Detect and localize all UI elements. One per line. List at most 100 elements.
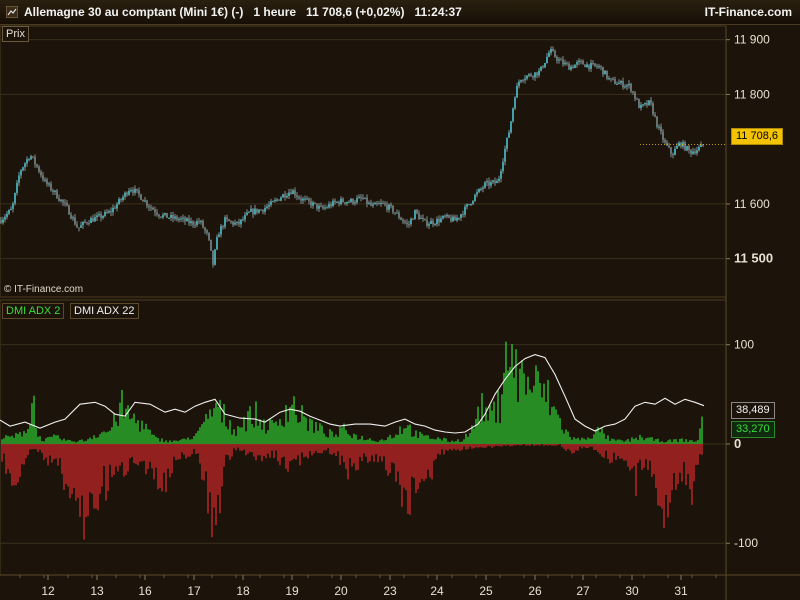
dmi-positive-bar [679,438,681,444]
dmi-positive-bar [413,436,415,444]
dmi-negative-bar [317,443,319,454]
dmi-positive-bar [447,441,449,444]
dmi-positive-bar [637,440,639,444]
dmi-negative-bar [265,443,267,459]
candle-body [658,126,660,128]
dmi-negative-bar [563,443,565,449]
candle-body [148,205,150,208]
candle-body [226,217,228,220]
dmi-negative-bar [491,443,493,448]
candle-body [184,217,186,222]
dmi-positive-bar [531,392,533,444]
dmi-negative-bar [547,443,549,446]
adx-indicator-label[interactable]: DMI ADX 22 [70,303,139,319]
adx-value-badge: 38,489 [731,402,775,419]
dmi-negative-bar [151,443,153,469]
candle-body [398,212,400,218]
dmi-positive-bar [457,439,459,444]
dmi-positive-bar [85,440,87,444]
candle-body [80,225,82,228]
x-axis-label: 17 [187,584,201,598]
dmi-positive-bar [695,441,697,444]
dmi-negative-bar [455,443,457,451]
dmi-negative-bar [325,443,327,451]
candle-body [294,190,296,196]
candle-body [614,79,616,85]
x-axis-label: 26 [528,584,542,598]
dmi-positive-bar [411,436,413,444]
candle-body [190,221,192,224]
dmi-positive-bar [123,417,125,444]
dmi-negative-bar [601,443,603,457]
dmi-negative-bar [579,443,581,447]
dmi-positive-bar [107,431,109,444]
dmi-negative-bar [137,443,139,466]
chart-area[interactable]: 11 900 11 800 11 600 11 500 100 0 -100 12 13 16 17… [0,0,800,600]
candle-body [166,213,168,219]
candle-body [600,66,602,68]
dmi-negative-bar [39,443,41,450]
price-panel-label[interactable]: Prix [2,26,29,42]
candle-body [92,218,94,222]
dmi-positive-bar [449,442,451,444]
candle-body [588,64,590,69]
dmi-positive-bar [129,419,131,444]
candle-body [648,100,650,106]
dmi-positive-bar [247,411,249,444]
dmi-negative-bar [369,443,371,462]
dmi-negative-bar [179,443,181,460]
dmi-positive-bar [37,436,39,444]
candle-body [202,220,204,228]
dmi-negative-bar [383,443,385,457]
dmi-positive-bar [463,439,465,444]
dmi-positive-bar [215,402,217,444]
dmi-negative-bar [211,443,213,538]
candle-body [96,215,98,218]
dmi-negative-bar [701,443,703,455]
dmi-positive-bar [529,389,531,444]
dmi-positive-bar [79,439,81,444]
candle-body [132,190,134,193]
candle-body [198,221,200,223]
dmi-positive-bar [619,439,621,444]
dmi-negative-bar [249,443,251,452]
dmi-negative-bar [379,443,381,457]
dmi-negative-bar [93,443,95,509]
candle-body [308,198,310,202]
candle-body [130,190,132,192]
candle-body [246,212,248,215]
dmi-positive-bar [307,430,309,444]
dmi-negative-bar [609,443,611,464]
dmi-negative-bar [577,443,579,451]
candle-body [150,207,152,209]
candle-body [256,208,258,213]
candle-body [282,194,284,198]
candle-body [478,188,480,193]
candle-body [266,206,268,208]
dmi-positive-bar [465,433,467,444]
dmi-positive-bar [243,417,245,444]
dmi-positive-bar [545,401,547,444]
candle-body [208,232,210,240]
dmi-negative-bar [341,443,343,456]
candle-body [86,222,88,224]
dmi-positive-bar [213,408,215,444]
candle-body [144,200,146,202]
dmi-positive-bar [377,441,379,444]
dmi-negative-bar [451,443,453,451]
dmi-negative-bar [499,443,501,447]
candle-body [110,211,112,213]
candle-body [610,78,612,80]
candle-body [196,221,198,226]
dmi-negative-bar [99,443,101,495]
dmi-negative-bar [223,443,225,467]
dmi-positive-bar [643,440,645,444]
price-axis-label: 11 800 [734,87,770,101]
candle-body [494,180,496,184]
candle-body [622,81,624,88]
dmi-indicator-label[interactable]: DMI ADX 2 [2,303,65,319]
candle-body [344,202,346,204]
dmi-positive-bar [269,418,271,444]
dmi-negative-bar [193,443,195,450]
dmi-positive-bar [639,434,641,444]
